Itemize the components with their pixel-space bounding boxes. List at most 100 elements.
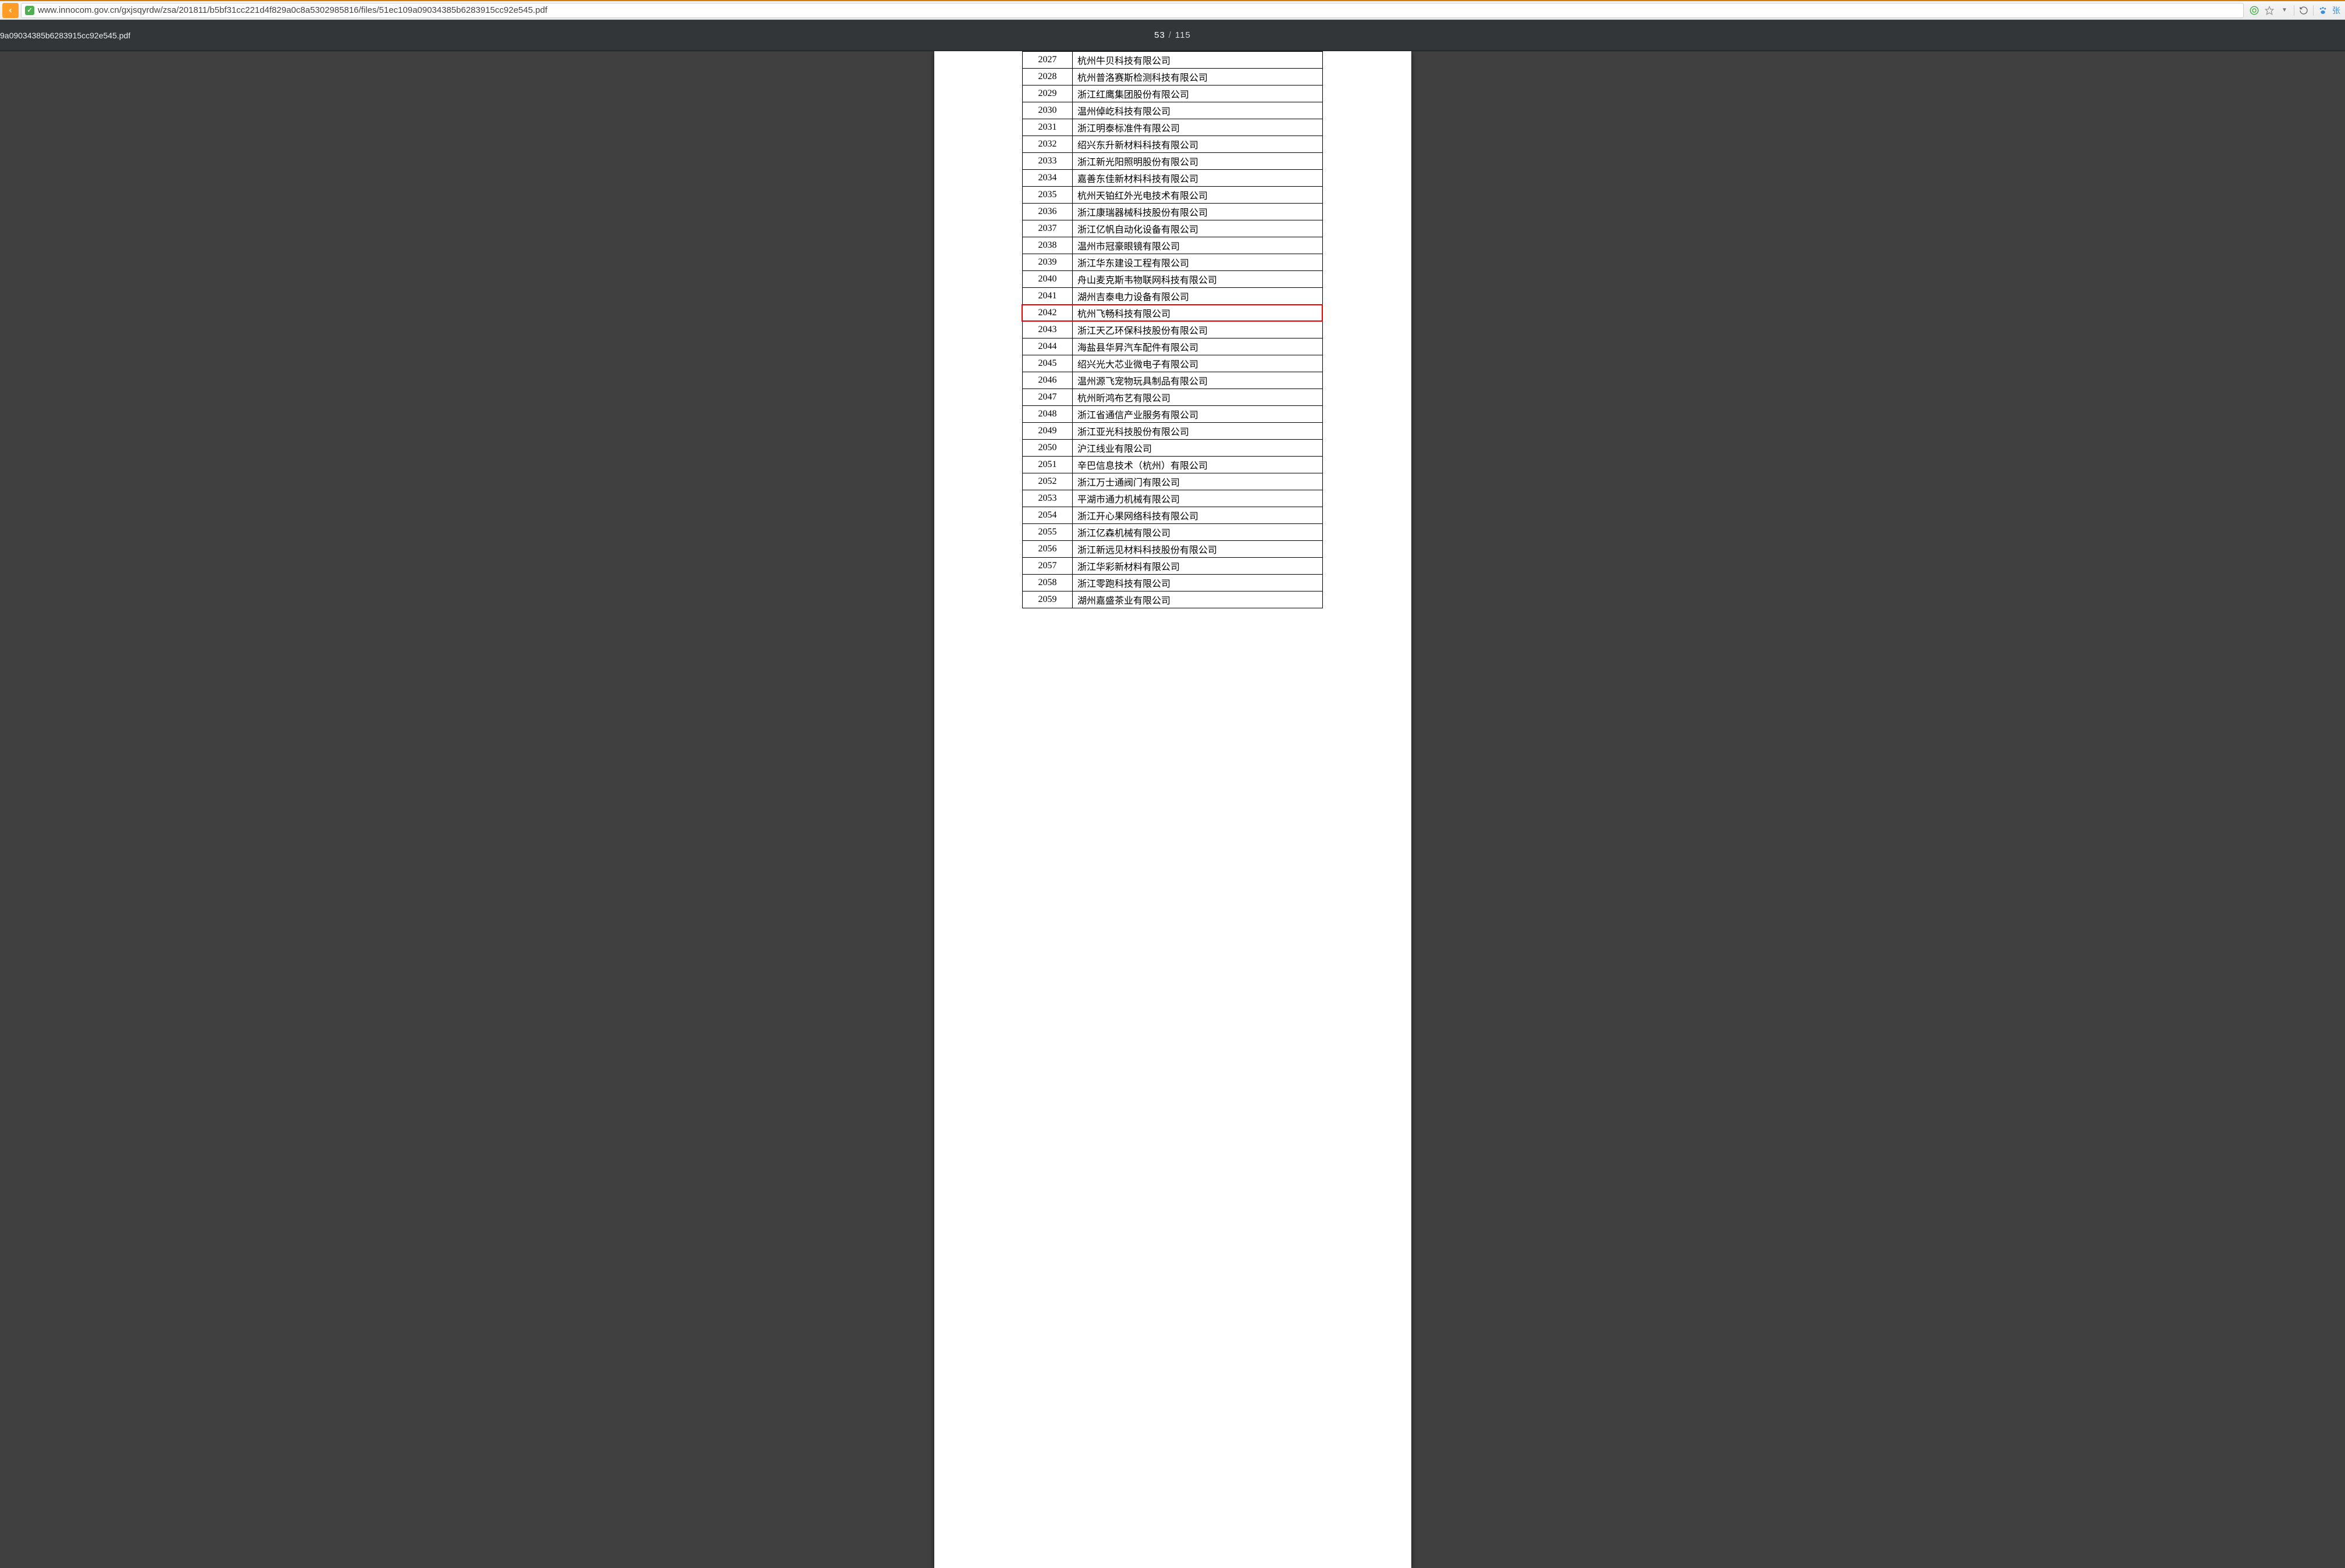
company-name: 浙江亚光科技股份有限公司 <box>1073 423 1323 440</box>
company-name: 浙江省通信产业服务有限公司 <box>1073 406 1323 423</box>
baidu-paw-icon[interactable] <box>2317 5 2329 16</box>
row-number: 2034 <box>1023 170 1073 187</box>
company-name: 浙江红鹰集团股份有限公司 <box>1073 85 1323 102</box>
row-number: 2050 <box>1023 440 1073 457</box>
company-name: 浙江新远见材料科技股份有限公司 <box>1073 541 1323 558</box>
company-name: 浙江开心果网络科技有限公司 <box>1073 507 1323 524</box>
pdf-content-area[interactable]: 2027杭州牛贝科技有限公司2028杭州普洛赛斯检测科技有限公司2029浙江红鹰… <box>0 51 2345 1568</box>
divider <box>2313 5 2314 16</box>
table-row: 2039浙江华东建设工程有限公司 <box>1023 254 1323 271</box>
pdf-viewer-toolbar: 9a09034385b6283915cc92e545.pdf 53 / 115 <box>0 20 2345 51</box>
row-number: 2048 <box>1023 406 1073 423</box>
page-indicator[interactable]: 53 / 115 <box>1154 30 1191 40</box>
url-text: www.innocom.gov.cn/gxjsqyrdw/zsa/201811/… <box>38 5 2240 15</box>
company-name: 浙江新光阳照明股份有限公司 <box>1073 153 1323 170</box>
chevron-left-icon <box>7 7 14 14</box>
table-row: 2059湖州嘉盛茶业有限公司 <box>1023 591 1323 608</box>
table-row: 2028杭州普洛赛斯检测科技有限公司 <box>1023 69 1323 85</box>
table-row: 2033浙江新光阳照明股份有限公司 <box>1023 153 1323 170</box>
row-number: 2045 <box>1023 355 1073 372</box>
row-number: 2055 <box>1023 524 1073 541</box>
table-row: 2052浙江万士通阀门有限公司 <box>1023 473 1323 490</box>
row-number: 2042 <box>1023 305 1073 322</box>
pdf-page: 2027杭州牛贝科技有限公司2028杭州普洛赛斯检测科技有限公司2029浙江红鹰… <box>934 51 1411 1568</box>
browser-toolbar: ✓ www.innocom.gov.cn/gxjsqyrdw/zsa/20181… <box>0 0 2345 20</box>
company-name: 温州倬屹科技有限公司 <box>1073 102 1323 119</box>
company-name: 浙江明泰标准件有限公司 <box>1073 119 1323 136</box>
reload-icon[interactable] <box>2298 5 2310 16</box>
row-number: 2038 <box>1023 237 1073 254</box>
table-row: 2046温州源飞宠物玩具制品有限公司 <box>1023 372 1323 389</box>
company-name: 浙江亿森机械有限公司 <box>1073 524 1323 541</box>
table-row: 2049浙江亚光科技股份有限公司 <box>1023 423 1323 440</box>
company-name: 温州源飞宠物玩具制品有限公司 <box>1073 372 1323 389</box>
company-name: 杭州牛贝科技有限公司 <box>1073 52 1323 69</box>
back-button[interactable] <box>2 3 19 18</box>
row-number: 2052 <box>1023 473 1073 490</box>
table-row: 2035杭州天铂红外光电技术有限公司 <box>1023 187 1323 204</box>
page-separator: / <box>1169 30 1172 40</box>
table-row: 2056浙江新远见材料科技股份有限公司 <box>1023 541 1323 558</box>
bookmark-star-icon[interactable] <box>2264 5 2275 16</box>
row-number: 2051 <box>1023 457 1073 473</box>
table-row: 2041湖州吉泰电力设备有限公司 <box>1023 288 1323 305</box>
company-name: 湖州嘉盛茶业有限公司 <box>1073 591 1323 608</box>
row-number: 2028 <box>1023 69 1073 85</box>
row-number: 2053 <box>1023 490 1073 507</box>
company-name: 绍兴东升新材料科技有限公司 <box>1073 136 1323 153</box>
company-name: 平湖市通力机械有限公司 <box>1073 490 1323 507</box>
company-name: 杭州普洛赛斯检测科技有限公司 <box>1073 69 1323 85</box>
table-row: 2053平湖市通力机械有限公司 <box>1023 490 1323 507</box>
company-name: 沪江线业有限公司 <box>1073 440 1323 457</box>
company-name: 浙江华东建设工程有限公司 <box>1073 254 1323 271</box>
row-number: 2047 <box>1023 389 1073 406</box>
user-name-label[interactable]: 张 <box>2332 5 2340 16</box>
address-bar[interactable]: ✓ www.innocom.gov.cn/gxjsqyrdw/zsa/20181… <box>21 3 2244 18</box>
company-name: 海盐县华昇汽车配件有限公司 <box>1073 338 1323 355</box>
row-number: 2059 <box>1023 591 1073 608</box>
table-row: 2044海盐县华昇汽车配件有限公司 <box>1023 338 1323 355</box>
row-number: 2041 <box>1023 288 1073 305</box>
table-row: 2051辛巴信息技术（杭州）有限公司 <box>1023 457 1323 473</box>
table-row: 2058浙江零跑科技有限公司 <box>1023 575 1323 591</box>
dropdown-icon[interactable]: ▼ <box>2279 5 2290 16</box>
table-row: 2054浙江开心果网络科技有限公司 <box>1023 507 1323 524</box>
company-name: 湖州吉泰电力设备有限公司 <box>1073 288 1323 305</box>
company-name: 绍兴光大芯业微电子有限公司 <box>1073 355 1323 372</box>
row-number: 2036 <box>1023 204 1073 220</box>
table-row: 2043浙江天乙环保科技股份有限公司 <box>1023 322 1323 338</box>
table-row: 2031浙江明泰标准件有限公司 <box>1023 119 1323 136</box>
company-name: 浙江万士通阀门有限公司 <box>1073 473 1323 490</box>
table-row: 2042杭州飞畅科技有限公司 <box>1023 305 1323 322</box>
table-row: 2037浙江亿帆自动化设备有限公司 <box>1023 220 1323 237</box>
total-pages: 115 <box>1175 30 1191 40</box>
current-page: 53 <box>1154 30 1165 40</box>
company-name: 杭州飞畅科技有限公司 <box>1073 305 1323 322</box>
company-name: 浙江零跑科技有限公司 <box>1073 575 1323 591</box>
table-row: 2057浙江华彩新材料有限公司 <box>1023 558 1323 575</box>
row-number: 2027 <box>1023 52 1073 69</box>
row-number: 2044 <box>1023 338 1073 355</box>
table-row: 2034嘉善东佳新材料科技有限公司 <box>1023 170 1323 187</box>
extension-icon[interactable] <box>2248 5 2260 16</box>
company-name: 浙江天乙环保科技股份有限公司 <box>1073 322 1323 338</box>
table-row: 2045绍兴光大芯业微电子有限公司 <box>1023 355 1323 372</box>
row-number: 2056 <box>1023 541 1073 558</box>
row-number: 2054 <box>1023 507 1073 524</box>
table-row: 2036浙江康瑞器械科技股份有限公司 <box>1023 204 1323 220</box>
table-row: 2030温州倬屹科技有限公司 <box>1023 102 1323 119</box>
row-number: 2037 <box>1023 220 1073 237</box>
company-name: 浙江华彩新材料有限公司 <box>1073 558 1323 575</box>
company-name: 舟山麦克斯韦物联网科技有限公司 <box>1073 271 1323 288</box>
table-row: 2029浙江红鹰集团股份有限公司 <box>1023 85 1323 102</box>
row-number: 2031 <box>1023 119 1073 136</box>
row-number: 2032 <box>1023 136 1073 153</box>
row-number: 2029 <box>1023 85 1073 102</box>
company-table: 2027杭州牛贝科技有限公司2028杭州普洛赛斯检测科技有限公司2029浙江红鹰… <box>1022 51 1323 608</box>
row-number: 2043 <box>1023 322 1073 338</box>
toolbar-right: ▼ 张 <box>2246 5 2343 16</box>
company-name: 浙江亿帆自动化设备有限公司 <box>1073 220 1323 237</box>
row-number: 2030 <box>1023 102 1073 119</box>
table-row: 2038温州市冠豪眼镜有限公司 <box>1023 237 1323 254</box>
row-number: 2039 <box>1023 254 1073 271</box>
